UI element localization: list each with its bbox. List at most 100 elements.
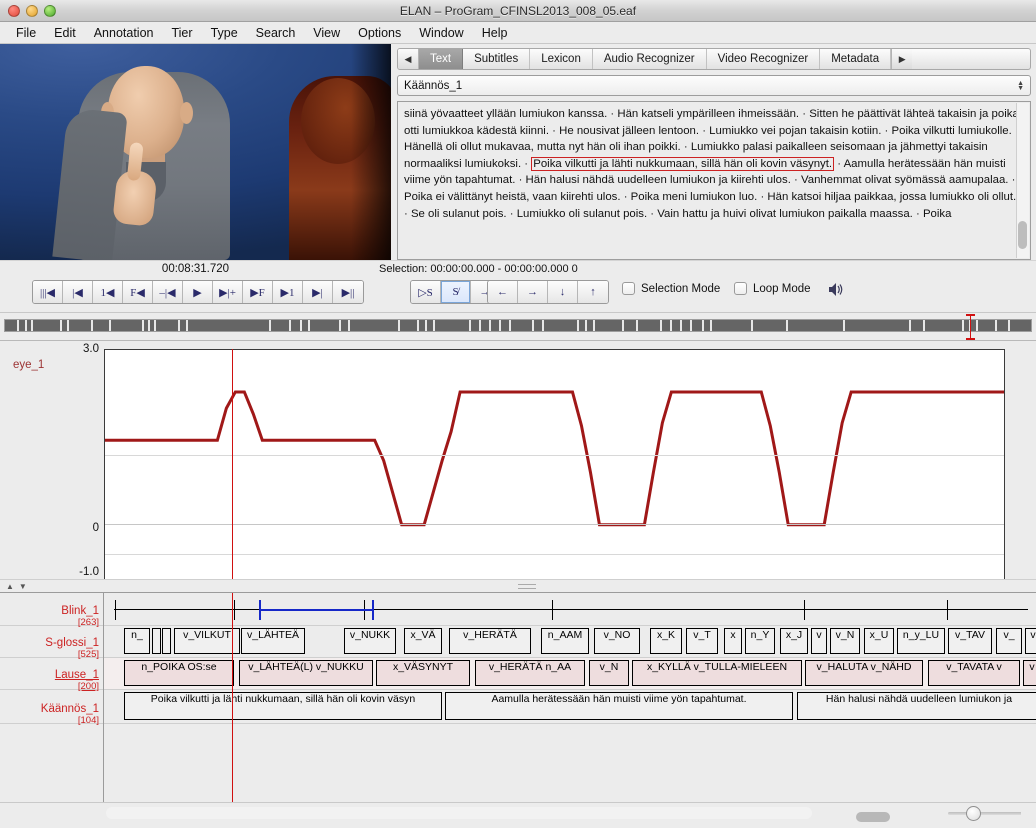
timeseries-plot-area[interactable]	[104, 349, 1005, 584]
annotation-block[interactable]: v_VILKUT	[174, 628, 240, 654]
menu-tier[interactable]: Tier	[162, 24, 201, 42]
annotation-block[interactable]: v_HERÄTÄ n_AA	[475, 660, 585, 686]
annotation-block[interactable]: v_LÄHTEÄ	[241, 628, 305, 654]
annotation-block[interactable]: v_TAVATA v	[928, 660, 1020, 686]
tab-text[interactable]: Text	[419, 49, 464, 69]
annotation-block[interactable]: x_U	[864, 628, 894, 654]
tier-label-kaannos[interactable]: Käännös_1 [104]	[41, 703, 99, 727]
previous-scroll-button[interactable]: |◀	[63, 281, 93, 303]
highlighted-sentence[interactable]: Poika vilkutti ja lähti nukkumaan, sillä…	[531, 156, 835, 171]
annotation-block[interactable]: x_K	[650, 628, 682, 654]
text-vertical-scrollbar[interactable]	[1016, 103, 1029, 258]
zoom-slider-track[interactable]	[948, 812, 1028, 815]
video-player[interactable]	[0, 44, 391, 260]
tier-dropdown[interactable]: Käännös_1 ▲ ▼	[397, 75, 1031, 96]
panel-resize-grip[interactable]	[518, 584, 536, 589]
annotation-block[interactable]: v	[811, 628, 827, 654]
next-frame-button[interactable]: ▶F	[243, 281, 273, 303]
annotation-block[interactable]	[152, 628, 161, 654]
annotation-block[interactable]: v_N	[589, 660, 629, 686]
tier-up-button[interactable]: ↑	[578, 281, 608, 303]
annotation-block[interactable]: v_T	[686, 628, 718, 654]
timeseries-crosshair[interactable]	[232, 349, 233, 584]
annotation-block[interactable]: v_LÄHTEÄ(L) v_NUKKU	[239, 660, 373, 686]
next-annotation-button[interactable]: →	[518, 281, 548, 303]
menu-help[interactable]: Help	[473, 24, 517, 42]
annotation-block[interactable]: x_KYLLÄ v_TULLA-MIELEEN	[632, 660, 802, 686]
scroll-down-icon[interactable]: ▼	[19, 582, 27, 591]
tab-subtitles[interactable]: Subtitles	[463, 49, 531, 69]
tab-audio-recognizer[interactable]: Audio Recognizer	[593, 49, 707, 69]
horizontal-scrollbar-thumb[interactable]	[856, 812, 890, 822]
menu-annotation[interactable]: Annotation	[85, 24, 163, 42]
annotation-block[interactable]: x_VÄ	[404, 628, 442, 654]
annotation-block[interactable]: v_NO	[594, 628, 640, 654]
tabs-scroll-right-icon[interactable]: ▶	[891, 49, 913, 69]
blink-selected-boundary[interactable]	[372, 600, 374, 620]
annotation-block[interactable]: Aamulla herätessään hän muisti viime yön…	[445, 692, 793, 720]
annotation-block[interactable]: v_N	[830, 628, 860, 654]
play-selection-button[interactable]: ▷S	[411, 281, 441, 303]
zoom-slider-knob[interactable]	[966, 806, 981, 821]
play-pause-button[interactable]: ▶	[183, 281, 213, 303]
selection-mode-control[interactable]: Selection Mode	[622, 282, 720, 295]
tab-video-recognizer[interactable]: Video Recognizer	[707, 49, 821, 69]
annotation-block[interactable]: n_	[124, 628, 150, 654]
tier-row-blink[interactable]	[104, 593, 1036, 625]
tier-label-lause[interactable]: Lause_1 [200]	[55, 669, 99, 693]
annotation-block[interactable]: v_TAV	[948, 628, 992, 654]
clear-selection-button[interactable]: S̸	[441, 281, 471, 303]
text-scrollbar-thumb[interactable]	[1018, 221, 1027, 249]
annotation-block[interactable]: v_NUKK	[344, 628, 396, 654]
play-selection-end-button[interactable]: ▶|+	[213, 281, 243, 303]
menu-file[interactable]: File	[7, 24, 45, 42]
annotation-block[interactable]: x_VÄSYNYT	[376, 660, 470, 686]
annotation-block[interactable]: v	[1023, 660, 1036, 686]
scroll-up-icon[interactable]: ▲	[6, 582, 14, 591]
tier-row-lause[interactable]: n_POIKA OS:se v_LÄHTEÄ(L) v_NUKKU x_VÄSYNY…	[104, 658, 1036, 689]
next-second-button[interactable]: ▶1	[273, 281, 303, 303]
blink-tick[interactable]	[804, 600, 805, 620]
blink-selected-segment[interactable]	[259, 609, 372, 611]
loop-mode-control[interactable]: Loop Mode	[734, 282, 811, 295]
menu-search[interactable]: Search	[247, 24, 305, 42]
play-selection-start-button[interactable]: –|◀	[153, 281, 183, 303]
annotation-block[interactable]: Poika vilkutti ja lähti nukkumaan, sillä…	[124, 692, 442, 720]
annotation-block[interactable]: n_Y	[745, 628, 775, 654]
next-scroll-button[interactable]: ▶|	[303, 281, 333, 303]
horizontal-scrollbar[interactable]	[106, 807, 890, 822]
annotation-block[interactable]	[162, 628, 171, 654]
menu-type[interactable]: Type	[202, 24, 247, 42]
go-to-begin-button[interactable]: |||◀	[33, 281, 63, 303]
tier-row-s-glossi[interactable]: n_ v_VILKUT v_LÄHTEÄ v_NUKK x_VÄ v_HERÄTÄ n_AA…	[104, 626, 1036, 657]
annotation-block[interactable]: v	[1025, 628, 1036, 654]
tier-row-kaannos[interactable]: Poika vilkutti ja lähti nukkumaan, sillä…	[104, 690, 1036, 723]
annotation-block[interactable]: x	[724, 628, 742, 654]
blink-tick[interactable]	[234, 600, 235, 620]
tier-label-s-glossi[interactable]: S-glossi_1 [525]	[45, 637, 99, 661]
annotation-block[interactable]: v_HALUTA v_NÄHD	[805, 660, 923, 686]
menu-view[interactable]: View	[304, 24, 349, 42]
tab-metadata[interactable]: Metadata	[820, 49, 892, 69]
density-track[interactable]	[4, 319, 1032, 332]
loop-mode-checkbox[interactable]	[734, 282, 747, 295]
timeline-annotation-canvas[interactable]: n_ v_VILKUT v_LÄHTEÄ v_NUKK x_VÄ v_HERÄTÄ n_AA…	[104, 593, 1036, 802]
annotation-block[interactable]: n_AAM	[541, 628, 589, 654]
annotation-block[interactable]: v_	[996, 628, 1022, 654]
annotation-block[interactable]: n_POIKA OS:se	[124, 660, 234, 686]
blink-tick[interactable]	[552, 600, 553, 620]
menu-window[interactable]: Window	[410, 24, 472, 42]
menu-edit[interactable]: Edit	[45, 24, 85, 42]
tier-down-button[interactable]: ↓	[548, 281, 578, 303]
blink-tick[interactable]	[115, 600, 116, 620]
timeline-crosshair[interactable]	[232, 593, 233, 802]
volume-icon[interactable]	[828, 282, 846, 297]
annotation-density-bar[interactable]	[0, 312, 1036, 340]
annotation-block[interactable]: n_y_LU	[897, 628, 945, 654]
previous-frame-button[interactable]: F◀	[123, 281, 153, 303]
density-crosshair[interactable]	[966, 314, 975, 340]
selection-mode-checkbox[interactable]	[622, 282, 635, 295]
text-content-area[interactable]: siinä yövaatteet yllään lumiukon kanssa.…	[397, 101, 1031, 260]
annotation-block[interactable]: x_J	[780, 628, 808, 654]
blink-selected-boundary[interactable]	[259, 600, 261, 620]
